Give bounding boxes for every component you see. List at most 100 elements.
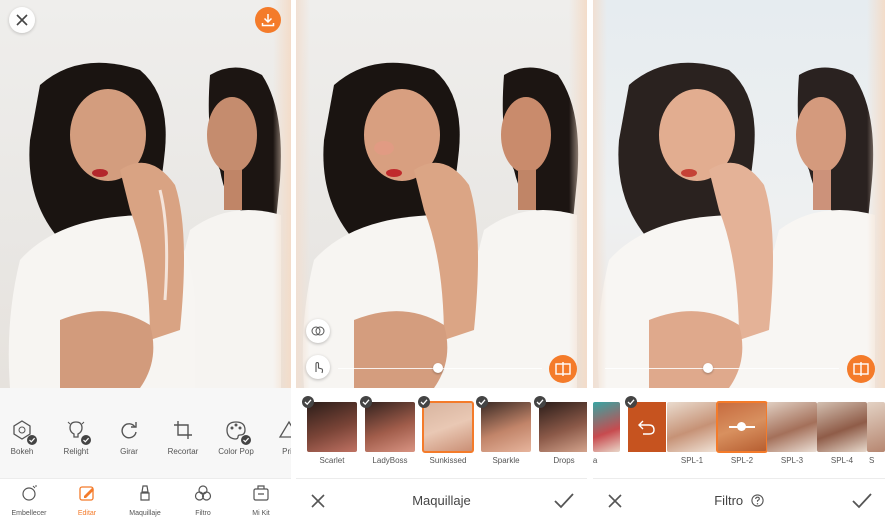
photo-edge xyxy=(593,0,607,388)
retouch-icon xyxy=(22,485,37,501)
filter-thumb-spl-1[interactable] xyxy=(667,402,717,452)
look-label: Sparkle xyxy=(492,456,520,465)
filter-thumb-next[interactable] xyxy=(867,402,885,452)
intensity-slider-knob[interactable] xyxy=(432,363,443,373)
filter-intensity-slider[interactable] xyxy=(605,368,839,369)
nav-label: Mi Kit xyxy=(252,510,270,517)
filter-thumb-spl-2[interactable] xyxy=(716,401,768,453)
download-badge xyxy=(476,396,488,408)
filter-label: SPL-4 xyxy=(830,456,854,465)
confirm-check-icon[interactable] xyxy=(851,491,873,511)
tool-label: Girar xyxy=(120,447,138,456)
nav-label: Maquillaje xyxy=(129,510,161,517)
look-thumb-sparkle[interactable] xyxy=(481,402,531,452)
download-badge xyxy=(418,396,430,408)
download-badge xyxy=(534,396,546,408)
nav-retouch[interactable]: Embellecer xyxy=(0,484,58,517)
filter-action-bar: Filtro xyxy=(593,478,885,529)
photo-edge xyxy=(273,0,291,388)
look-label: LadyBoss xyxy=(372,456,408,465)
filter-strip: ola SPL-1 SPL-2 SPL-3 SPL-4 S xyxy=(593,388,885,478)
filter-label: ola xyxy=(593,456,598,465)
download-badge xyxy=(302,396,314,408)
face-icon xyxy=(311,326,325,336)
nav-filter[interactable]: Filtro xyxy=(174,484,232,517)
photo-canvas xyxy=(296,0,587,388)
edit-icon xyxy=(79,486,94,501)
confirm-check-icon[interactable] xyxy=(553,491,575,511)
portrait-photo xyxy=(302,62,579,388)
filter-thumb-prev[interactable] xyxy=(593,402,620,452)
tool-label: Relight xyxy=(63,447,89,456)
filter-icon xyxy=(194,485,212,501)
tool-label: Recortar xyxy=(167,447,199,456)
tool-rotate[interactable]: Girar xyxy=(102,418,156,456)
close-button[interactable] xyxy=(9,7,35,33)
screen-title: Filtro xyxy=(593,493,885,508)
photo-canvas xyxy=(0,0,291,388)
makeup-action-bar: Maquillaje xyxy=(296,478,587,529)
close-icon xyxy=(16,14,28,26)
check-badge xyxy=(241,435,251,445)
edit-tools-row: Bokeh Relight Girar Recortar Color Pop P… xyxy=(0,388,291,478)
bottom-nav: Embellecer Editar Maquillaje Filtro Mi K… xyxy=(0,478,291,529)
photo-edge xyxy=(867,0,885,388)
undo-arrow-icon xyxy=(638,420,655,435)
tool-bokeh[interactable]: Bokeh xyxy=(0,418,49,456)
compare-button[interactable] xyxy=(549,355,577,383)
tool-label: Color Pop xyxy=(218,447,254,456)
tool-prism[interactable]: Pris xyxy=(262,418,291,456)
rotate-icon xyxy=(121,422,137,439)
tool-label: Pris xyxy=(282,447,291,456)
filter-screen: ola SPL-1 SPL-2 SPL-3 SPL-4 S Filtro xyxy=(593,0,885,529)
nav-label: Embellecer xyxy=(11,510,47,517)
download-badge xyxy=(625,396,637,408)
filter-label: S xyxy=(869,456,875,465)
filter-thumb-spl-4[interactable] xyxy=(817,402,867,452)
portrait-photo xyxy=(597,62,875,388)
look-thumb-drops[interactable] xyxy=(539,402,587,452)
makeup-looks-strip: Scarlet LadyBoss Sunkissed Sparkle Drops xyxy=(296,388,587,478)
kit-icon xyxy=(253,485,269,501)
prism-icon xyxy=(278,420,291,438)
help-icon[interactable] xyxy=(751,494,764,507)
filter-thumb-spl-3[interactable] xyxy=(767,402,817,452)
hand-touch-icon xyxy=(315,361,324,374)
nav-label: Editar xyxy=(77,510,97,517)
filter-pack-back[interactable] xyxy=(628,402,666,452)
look-label: Sunkissed xyxy=(429,456,467,465)
look-thumb-ladyboss[interactable] xyxy=(365,402,415,452)
face-detect-button[interactable] xyxy=(306,319,330,343)
nav-label: Filtro xyxy=(195,510,211,517)
check-badge xyxy=(81,435,91,445)
compare-icon xyxy=(853,362,869,376)
tool-relight[interactable]: Relight xyxy=(49,418,103,456)
compare-icon xyxy=(555,362,571,376)
check-badge xyxy=(27,435,37,445)
download-badge xyxy=(360,396,372,408)
filter-intensity-knob[interactable] xyxy=(702,363,713,373)
filter-intensity-mini-knob xyxy=(737,422,746,431)
nav-makeup[interactable]: Maquillaje xyxy=(116,484,174,517)
makeup-icon xyxy=(140,485,150,501)
crop-icon xyxy=(174,421,192,439)
compare-button[interactable] xyxy=(847,355,875,383)
look-thumb-sunkissed[interactable] xyxy=(422,401,474,453)
tool-crop[interactable]: Recortar xyxy=(156,418,210,456)
look-label: Scarlet xyxy=(319,456,345,465)
touch-button[interactable] xyxy=(306,355,330,379)
tool-label: Bokeh xyxy=(10,447,34,456)
editor-screen: Bokeh Relight Girar Recortar Color Pop P… xyxy=(0,0,291,529)
look-thumb-scarlet[interactable] xyxy=(307,402,357,452)
screen-title: Maquillaje xyxy=(412,493,471,508)
screen-title-text: Filtro xyxy=(714,493,744,508)
tool-color-pop[interactable]: Color Pop xyxy=(209,418,263,456)
nav-edit[interactable]: Editar xyxy=(58,484,116,517)
look-label: Drops xyxy=(553,456,575,465)
nav-kit[interactable]: Mi Kit xyxy=(232,484,290,517)
photo-edge xyxy=(569,0,587,388)
download-button[interactable] xyxy=(255,7,281,33)
portrait-photo xyxy=(8,62,281,388)
makeup-screen: Scarlet LadyBoss Sunkissed Sparkle Drops… xyxy=(296,0,587,529)
photo-canvas xyxy=(593,0,885,388)
